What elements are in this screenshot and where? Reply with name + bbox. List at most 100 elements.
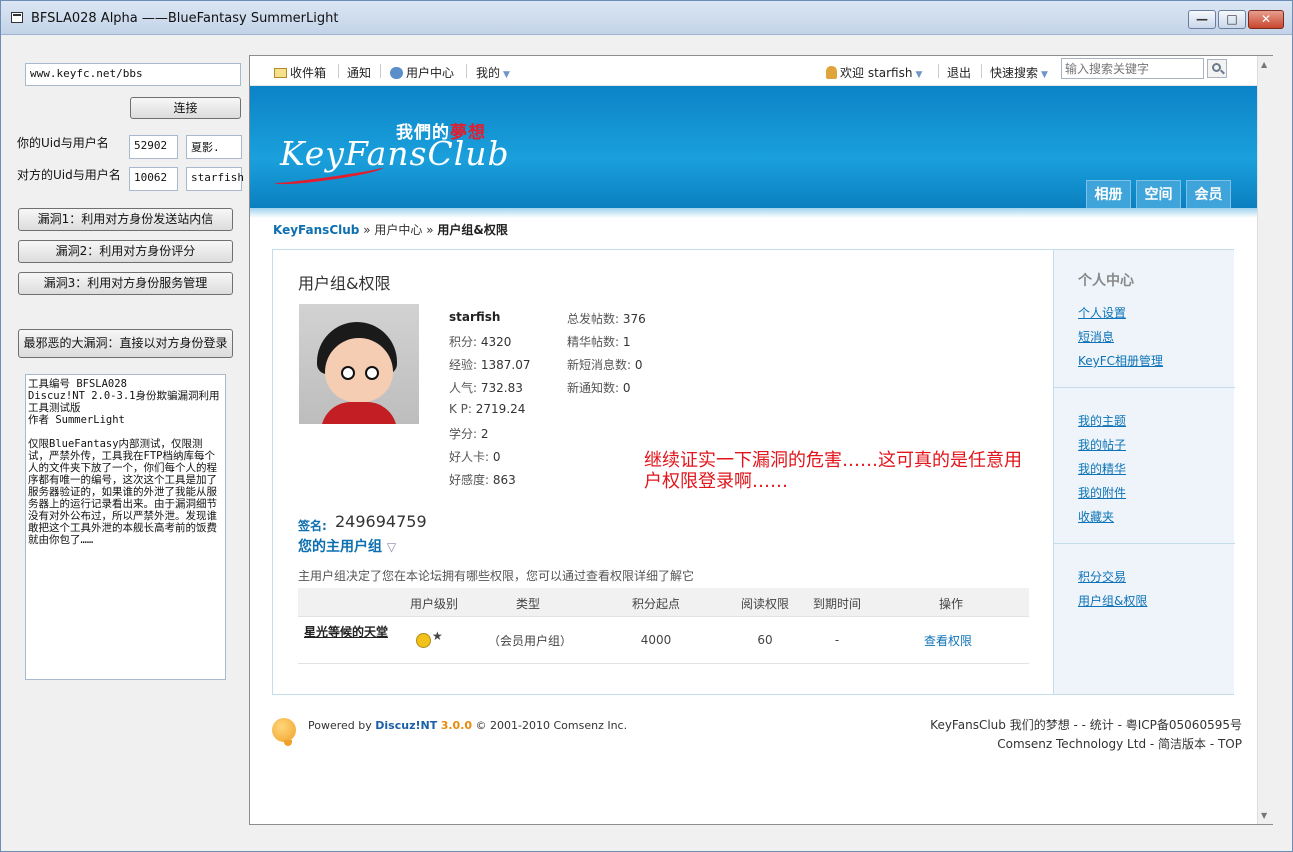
forum-banner: 我們的夢想 KeyFansClub 相册 空间 会员 bbox=[250, 86, 1258, 208]
chevron-down-icon: ▼ bbox=[1041, 70, 1048, 80]
main-group-title-text: 您的主用户组 bbox=[298, 539, 382, 555]
column-header: 用户级别 bbox=[409, 597, 458, 611]
sidebar-item-my-posts[interactable]: 我的帖子 bbox=[1078, 436, 1126, 453]
maximize-button[interactable]: □ bbox=[1218, 10, 1246, 29]
close-icon: ✕ bbox=[1260, 12, 1272, 26]
inbox-link[interactable]: 收件箱 bbox=[274, 64, 326, 81]
sidebar-item-album-manage[interactable]: KeyFC相册管理 bbox=[1078, 352, 1163, 369]
page-title: 用户组&权限 bbox=[298, 274, 391, 293]
powered-by-text: Powered by Discuz!NT 3.0.0 © 2001-2010 C… bbox=[308, 719, 627, 732]
discuz-link[interactable]: Discuz!NT bbox=[375, 719, 437, 732]
stat-credits: 学分: 2 bbox=[449, 425, 489, 442]
stat-label: K P: bbox=[449, 402, 476, 416]
maximize-icon: □ bbox=[1226, 12, 1238, 26]
welcome-user-menu[interactable]: 欢迎 starfish ▼ bbox=[826, 64, 922, 81]
breadcrumb-home[interactable]: KeyFansClub bbox=[273, 223, 359, 237]
vuln2-rate-button[interactable]: 漏洞2：利用对方身份评分 bbox=[18, 240, 233, 263]
table-header: 用户级别 类型 积分起点 阅读权限 到期时间 操作 bbox=[298, 588, 1029, 617]
signature-value: 249694759 bbox=[335, 512, 427, 531]
sidebar-item-favorites[interactable]: 收藏夹 bbox=[1078, 508, 1114, 525]
stat-label: 积分: bbox=[449, 335, 481, 349]
banner-fade bbox=[250, 208, 1258, 218]
stat-label: 新通知数: bbox=[567, 381, 623, 395]
window-title: BFSLA028 Alpha ——BlueFantasy SummerLight bbox=[31, 11, 339, 26]
view-permissions-link[interactable]: 查看权限 bbox=[908, 632, 988, 649]
main-group-title[interactable]: 您的主用户组 ▽ bbox=[298, 536, 396, 556]
my-uid-input[interactable]: 52902 bbox=[129, 135, 178, 159]
user-icon bbox=[826, 66, 837, 79]
target-uid-label: 对方的Uid与用户名 bbox=[17, 168, 121, 182]
column-header: 类型 bbox=[515, 597, 540, 611]
sidebar-item-my-attachments[interactable]: 我的附件 bbox=[1078, 484, 1126, 501]
mail-icon bbox=[274, 68, 287, 78]
stat-kp: K P: 2719.24 bbox=[449, 402, 525, 416]
vuln1-send-message-button[interactable]: 漏洞1：利用对方身份发送站内信 bbox=[18, 208, 233, 231]
my-username-input[interactable]: 夏影. bbox=[186, 135, 242, 159]
tab-album[interactable]: 相册 bbox=[1086, 180, 1131, 208]
tab-members[interactable]: 会员 bbox=[1186, 180, 1231, 208]
sidebar-item-user-group[interactable]: 用户组&权限 bbox=[1078, 592, 1147, 609]
search-input[interactable] bbox=[1061, 58, 1204, 79]
powered-suffix: © 2001-2010 Comsenz Inc. bbox=[472, 719, 628, 732]
expire-time: - bbox=[834, 633, 840, 647]
sidebar-item-points-trade[interactable]: 积分交易 bbox=[1078, 568, 1126, 585]
stat-value: 1387.07 bbox=[480, 358, 531, 372]
mine-menu[interactable]: 我的 ▼ bbox=[476, 64, 510, 81]
profile-username[interactable]: starfish bbox=[449, 310, 500, 324]
tab-space[interactable]: 空间 bbox=[1136, 180, 1181, 208]
sidebar-item-my-topics[interactable]: 我的主题 bbox=[1078, 412, 1126, 429]
connect-button[interactable]: 连接 bbox=[130, 97, 241, 119]
stat-value: 2719.24 bbox=[475, 402, 526, 416]
title-bar[interactable]: BFSLA028 Alpha ——BlueFantasy SummerLight… bbox=[1, 1, 1292, 35]
sidebar-item-settings[interactable]: 个人设置 bbox=[1078, 304, 1126, 321]
tool-info-textarea[interactable]: 工具编号 BFSLA028 Discuz!NT 2.0-3.1身份欺骗漏洞利用工… bbox=[25, 374, 226, 680]
footer-links-line2[interactable]: Comsenz Technology Ltd - 简洁版本 - TOP bbox=[997, 735, 1242, 752]
search-button[interactable] bbox=[1207, 59, 1227, 78]
site-logo[interactable]: KeyFansClub bbox=[280, 134, 510, 173]
group-name-link[interactable]: 星光等候的天堂 bbox=[298, 623, 394, 641]
stat-digest-posts: 精华帖数: 1 bbox=[567, 333, 631, 350]
user-center-link[interactable]: 用户中心 bbox=[390, 64, 454, 81]
stat-value: 4320 bbox=[480, 335, 512, 349]
stat-favor: 好感度: 863 bbox=[449, 471, 516, 488]
signature-label: 签名: bbox=[298, 519, 327, 533]
vuln3-service-manage-button[interactable]: 漏洞3：利用对方身份服务管理 bbox=[18, 272, 233, 295]
minimize-button[interactable]: — bbox=[1188, 10, 1216, 29]
login-as-target-button[interactable]: 最邪恶的大漏洞：直接以对方身份登录 bbox=[18, 329, 233, 358]
stat-value: 376 bbox=[622, 312, 646, 326]
stat-new-notices: 新通知数: 0 bbox=[567, 379, 631, 396]
nav-divider bbox=[938, 64, 939, 78]
stat-value: 1 bbox=[622, 335, 631, 349]
stat-experience: 经验: 1387.07 bbox=[449, 356, 530, 373]
target-username-input[interactable]: starfish bbox=[186, 167, 244, 191]
breadcrumb-user-center[interactable]: 用户中心 bbox=[374, 223, 422, 237]
notify-link[interactable]: 通知 bbox=[347, 64, 371, 81]
footer-links-line1[interactable]: KeyFansClub 我们的梦想 - - 统计 - 粤ICP备05060595… bbox=[930, 716, 1242, 733]
column-header: 到期时间 bbox=[812, 597, 861, 611]
breadcrumb-current: 用户组&权限 bbox=[437, 223, 508, 237]
stat-new-messages: 新短消息数: 0 bbox=[567, 356, 643, 373]
stat-label: 总发帖数: bbox=[567, 312, 623, 326]
column-header: 操作 bbox=[938, 597, 963, 611]
logout-link[interactable]: 退出 bbox=[947, 64, 971, 81]
smiley-icon bbox=[416, 633, 431, 648]
sidebar-divider bbox=[1054, 387, 1235, 388]
stat-label: 好人卡: bbox=[449, 450, 493, 464]
read-permission: 60 bbox=[757, 633, 773, 647]
nav-divider bbox=[380, 64, 381, 78]
chevron-down-icon: ▼ bbox=[503, 70, 510, 80]
sidebar-item-my-digest[interactable]: 我的精华 bbox=[1078, 460, 1126, 477]
star-icon: ★ bbox=[432, 629, 443, 643]
scroll-down-icon[interactable]: ▼ bbox=[1261, 811, 1267, 820]
target-uid-input[interactable]: 10062 bbox=[129, 167, 178, 191]
scroll-up-icon[interactable]: ▲ bbox=[1261, 60, 1267, 69]
quick-search-menu[interactable]: 快速搜索 ▼ bbox=[990, 64, 1048, 81]
browser-scrollbar[interactable]: ▲ ▼ bbox=[1257, 56, 1273, 824]
forum-top-nav: 收件箱 通知 用户中心 我的 ▼ 欢迎 starfish ▼ 退出 快速搜索 ▼ bbox=[250, 56, 1258, 86]
nav-divider bbox=[466, 64, 467, 78]
sidebar-item-messages[interactable]: 短消息 bbox=[1078, 328, 1114, 345]
forum-url-input[interactable]: www.keyfc.net/bbs bbox=[25, 63, 241, 86]
close-button[interactable]: ✕ bbox=[1248, 10, 1284, 29]
triangle-down-icon: ▽ bbox=[386, 540, 397, 554]
stat-value: 2 bbox=[480, 427, 489, 441]
